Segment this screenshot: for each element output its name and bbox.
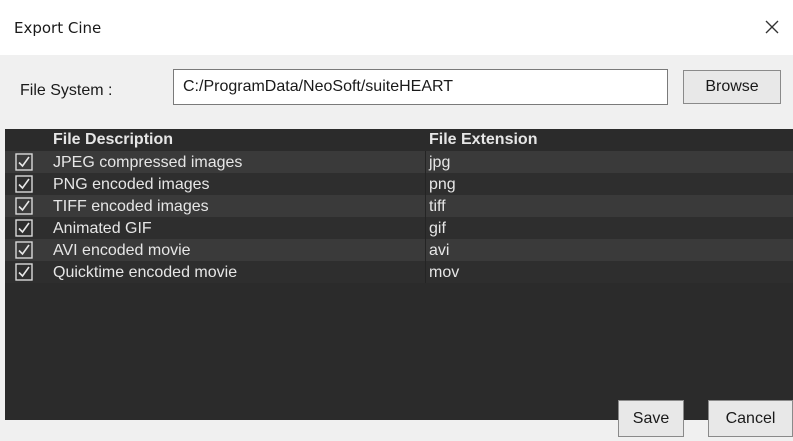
table-row[interactable]: Animated GIF gif	[5, 217, 793, 239]
column-divider	[425, 195, 426, 217]
file-description-cell: JPEG compressed images	[53, 154, 243, 171]
file-description-cell: PNG encoded images	[53, 176, 210, 193]
window-title: Export Cine	[14, 19, 102, 37]
column-header-description: File Description	[53, 131, 174, 148]
title-bar: Export Cine	[0, 0, 793, 55]
file-extension-cell: tiff	[429, 198, 446, 215]
checkbox-checked-icon[interactable]	[15, 263, 33, 281]
browse-button[interactable]: Browse	[683, 70, 781, 104]
column-divider	[425, 217, 426, 239]
column-divider	[425, 173, 426, 195]
table-header: File Description File Extension	[5, 129, 793, 151]
file-description-cell: Animated GIF	[53, 220, 152, 237]
file-extension-cell: jpg	[429, 154, 451, 171]
checkbox-checked-icon[interactable]	[15, 153, 33, 171]
file-extension-cell: mov	[429, 264, 460, 281]
file-extension-cell: png	[429, 176, 456, 193]
column-divider	[425, 261, 426, 283]
checkbox-checked-icon[interactable]	[15, 197, 33, 215]
file-description-cell: AVI encoded movie	[53, 242, 191, 259]
file-system-label: File System :	[20, 82, 113, 99]
table-row[interactable]: PNG encoded images png	[5, 173, 793, 195]
checkbox-checked-icon[interactable]	[15, 219, 33, 237]
file-system-path-input[interactable]	[173, 69, 668, 105]
close-icon	[765, 20, 779, 34]
save-button[interactable]: Save	[618, 400, 684, 437]
column-divider	[425, 239, 426, 261]
file-extension-cell: avi	[429, 242, 450, 259]
file-description-cell: TIFF encoded images	[53, 198, 209, 215]
column-divider	[425, 151, 426, 173]
file-extension-cell: gif	[429, 220, 446, 237]
checkbox-checked-icon[interactable]	[15, 175, 33, 193]
checkbox-checked-icon[interactable]	[15, 241, 33, 259]
table-row[interactable]: TIFF encoded images tiff	[5, 195, 793, 217]
dialog-content: File System : Browse File Description Fi…	[0, 55, 793, 441]
file-description-cell: Quicktime encoded movie	[53, 264, 238, 281]
file-type-table: File Description File Extension JPEG com…	[5, 129, 793, 420]
column-header-extension: File Extension	[429, 131, 538, 148]
table-row[interactable]: JPEG compressed images jpg	[5, 151, 793, 173]
cancel-button[interactable]: Cancel	[708, 400, 793, 437]
close-button[interactable]	[757, 12, 787, 42]
table-row[interactable]: AVI encoded movie avi	[5, 239, 793, 261]
table-row[interactable]: Quicktime encoded movie mov	[5, 261, 793, 283]
